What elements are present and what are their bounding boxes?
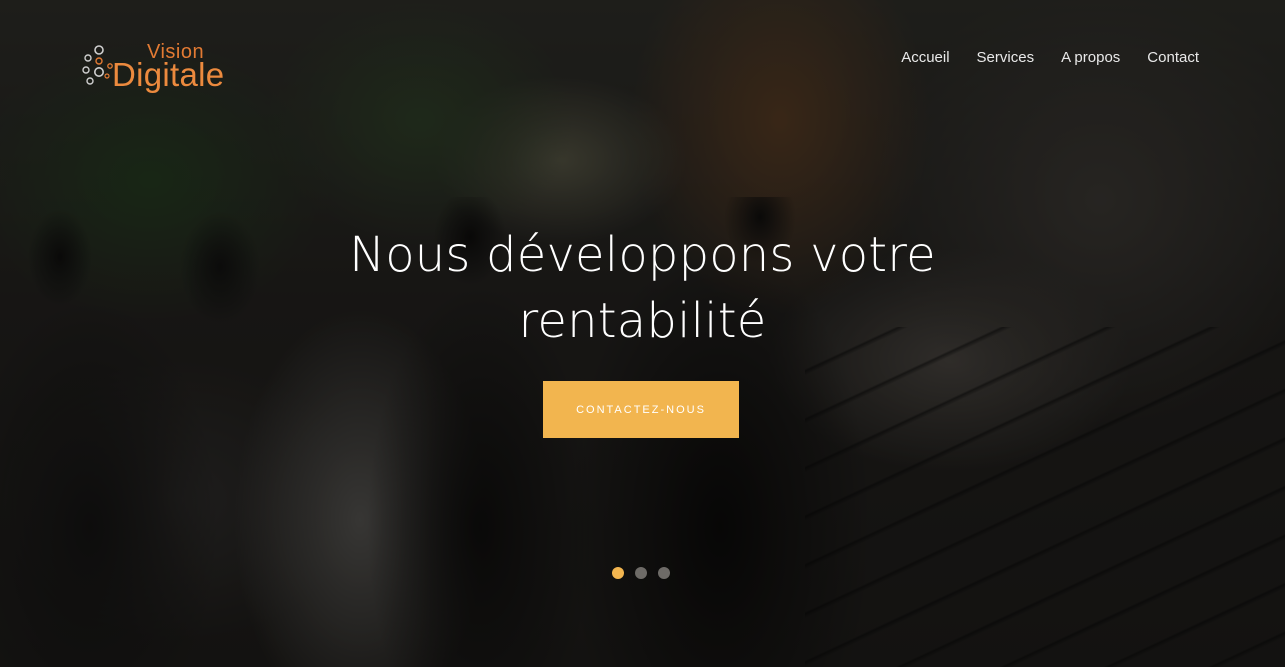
hero-title-line-1: Nous développons votre [349,227,936,283]
hero-title-line-2: rentabilité [518,293,767,349]
nav-item-contact[interactable]: Contact [1147,49,1199,66]
site-header: Vision Digitale Accueil Services A propo… [0,0,1285,110]
hero-content: Nous développons votre rentabilité CONTA… [0,222,1285,438]
hero-section: Vision Digitale Accueil Services A propo… [0,0,1285,667]
slider-pagination [612,567,670,579]
site-logo[interactable]: Vision Digitale [80,41,270,94]
nav-item-a-propos[interactable]: A propos [1061,49,1120,66]
hero-title: Nous développons votre rentabilité [0,222,1285,354]
contact-us-button[interactable]: CONTACTEZ-NOUS [543,381,739,438]
nav-item-accueil[interactable]: Accueil [901,49,949,66]
main-nav: Accueil Services A propos Contact [901,49,1199,66]
slider-dot-2[interactable] [635,567,647,579]
slider-dot-1[interactable] [612,567,624,579]
nav-item-services[interactable]: Services [977,49,1035,66]
slider-dot-3[interactable] [658,567,670,579]
logo-text-digitale: Digitale [112,56,225,93]
